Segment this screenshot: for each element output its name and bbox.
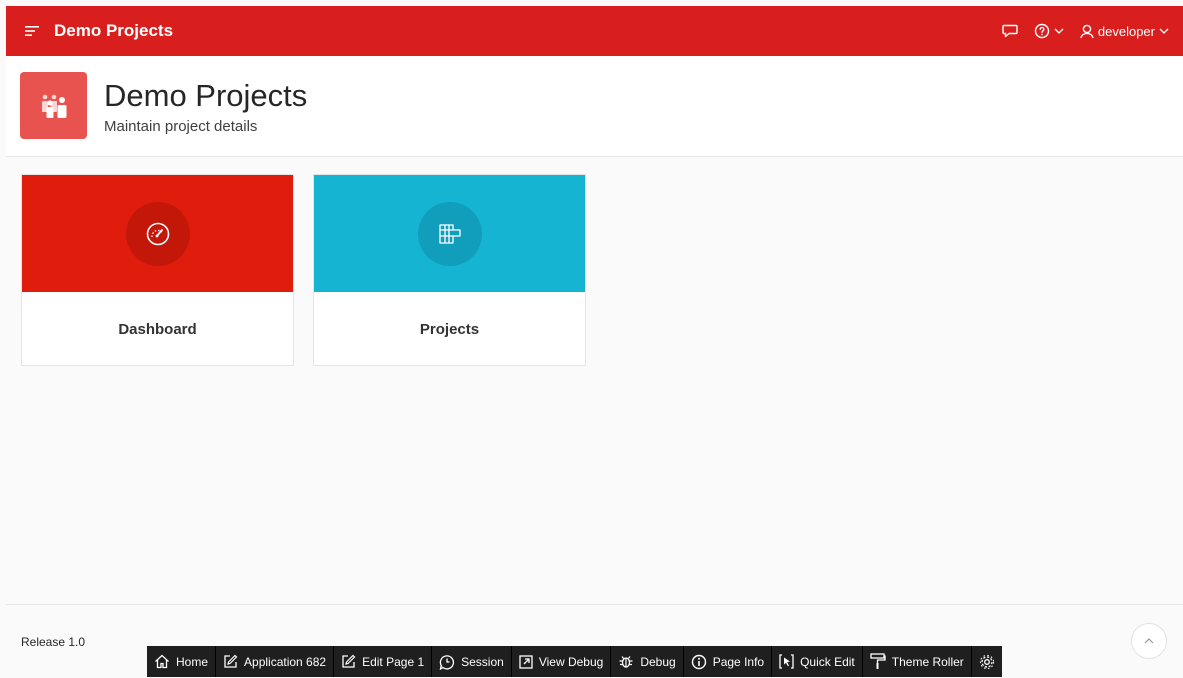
chevron-down-icon: [1054, 28, 1064, 34]
dev-debug-label: Debug: [640, 654, 676, 669]
home-icon: [154, 654, 170, 669]
dashboard-card[interactable]: Dashboard: [21, 174, 294, 366]
dev-home-button[interactable]: Home: [147, 646, 217, 677]
dev-theme-roller-button[interactable]: Theme Roller: [863, 646, 972, 677]
card-icon-circle: [417, 201, 482, 266]
dev-quick-edit-label: Quick Edit: [800, 654, 855, 669]
page-title: Demo Projects: [104, 78, 308, 113]
dev-home-label: Home: [176, 654, 209, 669]
help-circle-icon: [1034, 23, 1050, 39]
feedback-button[interactable]: [994, 6, 1026, 56]
dev-edit-page-label: Edit Page 1: [362, 654, 425, 669]
external-link-icon: [519, 654, 533, 669]
release-label: Release 1.0: [21, 635, 86, 649]
dev-edit-page-button[interactable]: Edit Page 1: [334, 646, 433, 677]
navigation-menu-button[interactable]: [20, 19, 44, 43]
card-title: Dashboard: [118, 321, 197, 338]
bug-icon: [618, 654, 634, 669]
help-menu-button[interactable]: [1026, 6, 1072, 56]
user-name: developer: [1097, 23, 1155, 39]
chevron-up-icon: [1144, 638, 1154, 644]
speedometer-icon: [145, 221, 171, 247]
dev-session-button[interactable]: Session: [432, 646, 512, 677]
paint-roller-icon: [870, 653, 886, 670]
dev-application-button[interactable]: Application 682: [216, 646, 335, 677]
dev-quick-edit-button[interactable]: Quick Edit: [772, 646, 863, 677]
dev-theme-roller-label: Theme Roller: [891, 654, 964, 669]
developer-toolbar: Home Application 682 Edit Page 1 Session…: [147, 646, 1002, 677]
dev-view-debug-label: View Debug: [538, 654, 604, 669]
people-icon: [39, 93, 69, 119]
hamburger-icon: [25, 25, 39, 37]
clock-icon: [439, 654, 455, 670]
dev-application-label: Application 682: [244, 654, 327, 669]
grid-icon: [438, 223, 461, 244]
edit-icon: [341, 654, 356, 669]
dev-session-label: Session: [461, 654, 504, 669]
user-icon: [1080, 24, 1094, 39]
info-icon: [691, 654, 707, 670]
dev-page-info-label: Page Info: [712, 654, 765, 669]
gear-icon: [979, 654, 995, 670]
dev-view-debug-button[interactable]: View Debug: [512, 646, 612, 677]
card-banner: [314, 175, 585, 292]
edit-icon: [223, 654, 238, 669]
page-subtitle: Maintain project details: [104, 118, 258, 135]
hero-icon-box: [20, 72, 87, 139]
cursor-select-icon: [779, 654, 794, 669]
dev-page-info-button[interactable]: Page Info: [684, 646, 773, 677]
user-menu-button[interactable]: developer: [1072, 6, 1177, 56]
chat-bubble-icon: [1002, 24, 1018, 38]
chevron-down-icon: [1159, 28, 1169, 34]
projects-card[interactable]: Projects: [313, 174, 586, 366]
dev-settings-button[interactable]: [972, 646, 1002, 677]
top-navigation-bar: Demo Projects developer: [6, 6, 1183, 56]
hero-region: Demo Projects Maintain project details: [6, 56, 1183, 157]
scroll-to-top-button[interactable]: [1131, 623, 1167, 659]
card-title: Projects: [419, 321, 480, 338]
card-icon-circle: [125, 201, 190, 266]
app-title-link[interactable]: Demo Projects: [54, 21, 173, 41]
dev-debug-button[interactable]: Debug: [611, 646, 684, 677]
card-banner: [22, 175, 293, 292]
